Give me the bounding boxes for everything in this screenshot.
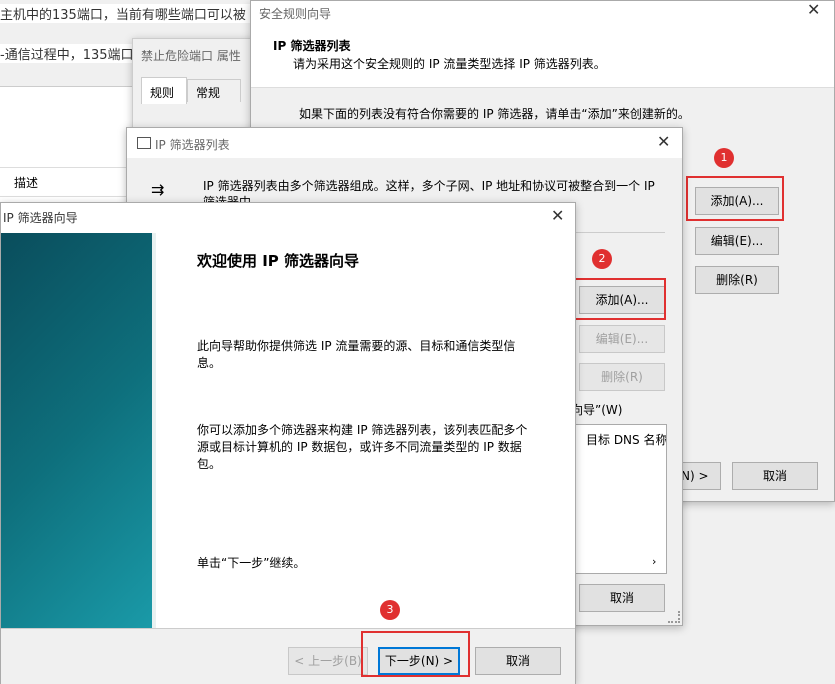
cancel-button[interactable]: 取消	[732, 462, 818, 490]
security-wizard-heading: IP 筛选器列表	[273, 39, 351, 53]
edit-button[interactable]: 编辑(E)...	[695, 227, 779, 255]
filter-wizard-para3: 单击“下一步”继续。	[197, 556, 306, 570]
resize-grip[interactable]	[668, 611, 680, 623]
filter-wizard-para1: 此向导帮助你提供筛选 IP 流量需要的源、目标和通信类型信息。	[197, 339, 516, 370]
filter-list-titlebar: IP 筛选器列表 ✕	[127, 128, 682, 158]
close-icon[interactable]: ✕	[657, 132, 670, 151]
delete-button[interactable]: 删除(R)	[695, 266, 779, 294]
tab-rules[interactable]: 规则	[141, 77, 187, 104]
filter-list-desc-line1: IP 筛选器列表由多个筛选器组成。这样，多个子网、IP 地址和协议可被整合到一个…	[203, 179, 655, 193]
ip-filter-wizard: IP 筛选器向导 ✕ 欢迎使用 IP 筛选器向导 此向导帮助你提供筛选 IP 流…	[0, 202, 576, 684]
step-badge-1: 1	[714, 148, 734, 168]
highlight-box-3	[361, 631, 470, 677]
security-wizard-header: 安全规则向导 ✕ IP 筛选器列表 请为采用这个安全规则的 IP 流量类型选择 …	[251, 0, 834, 88]
rule-properties-title: 禁止危险端口 属性	[141, 49, 241, 63]
filter-list-icon: ⇉	[151, 180, 165, 199]
close-icon[interactable]: ✕	[551, 206, 564, 225]
security-wizard-title: 安全规则向导	[259, 7, 332, 21]
step-badge-3: 3	[380, 600, 400, 620]
filter-delete-button[interactable]: 删除(R)	[579, 363, 665, 391]
security-wizard-subheading: 请为采用这个安全规则的 IP 流量类型选择 IP 筛选器列表。	[293, 57, 606, 71]
next-button[interactable]: N) >	[681, 462, 721, 490]
filter-wizard-title: IP 筛选器向导	[3, 211, 78, 225]
bg-column-header[interactable]: 描述	[0, 167, 132, 197]
bg-article-line1: 主机中的135端口，当前有哪些端口可以被	[0, 4, 260, 23]
scroll-right-icon[interactable]: ›	[652, 555, 656, 568]
back-button[interactable]: < 上一步(B)	[288, 647, 368, 675]
filter-list-title: IP 筛选器列表	[155, 138, 230, 152]
filter-wizard-para2: 你可以添加多个筛选器来构建 IP 筛选器列表，该列表匹配多个源或目标计算机的 I…	[197, 423, 528, 471]
bg-article-line2: -通信过程中，135端口	[0, 44, 140, 63]
window-icon	[137, 137, 151, 149]
tab-general-label: 常规	[196, 86, 221, 100]
column-dns-header: 目标 DNS 名称	[586, 433, 666, 447]
tab-rules-label: 规则	[150, 86, 175, 100]
wizard-banner-image	[1, 233, 152, 628]
step-badge-2: 2	[592, 249, 612, 269]
close-icon[interactable]: ✕	[807, 0, 820, 19]
filter-table[interactable]: 目标 DNS 名称 ›	[573, 424, 667, 574]
highlight-box-2	[572, 278, 666, 320]
filter-edit-button[interactable]: 编辑(E)...	[579, 325, 665, 353]
tab-general[interactable]: 常规	[187, 79, 241, 102]
filter-wizard-heading: 欢迎使用 IP 筛选器向导	[197, 252, 360, 270]
wizard-banner-divider	[152, 233, 156, 628]
filter-list-separator	[575, 232, 665, 233]
filter-wizard-checkbox-label[interactable]: 向导”(W)	[571, 401, 622, 418]
filter-cancel-button[interactable]: 取消	[579, 584, 665, 612]
bg-column-desc: 描述	[14, 176, 39, 190]
security-wizard-info: 如果下面的列表没有符合你需要的 IP 筛选器，请单击“添加”来创建新的。	[299, 107, 690, 121]
cancel-button[interactable]: 取消	[475, 647, 561, 675]
highlight-box-1	[686, 176, 784, 221]
